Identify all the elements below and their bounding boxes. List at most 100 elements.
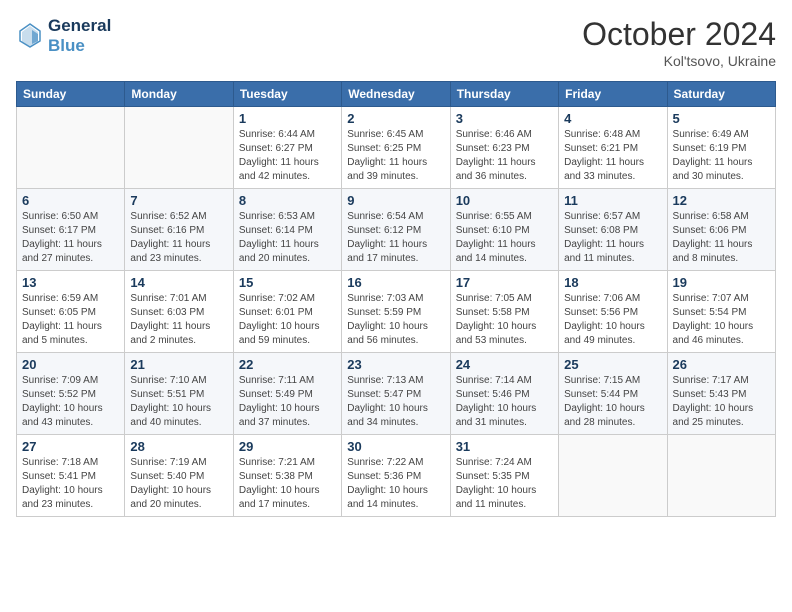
calendar-cell — [17, 107, 125, 189]
day-info: Sunrise: 6:57 AM Sunset: 6:08 PM Dayligh… — [564, 210, 661, 266]
day-number: 19 — [673, 275, 770, 290]
day-info: Sunrise: 7:06 AM Sunset: 5:56 PM Dayligh… — [564, 292, 661, 348]
calendar-cell: 12Sunrise: 6:58 AM Sunset: 6:06 PM Dayli… — [667, 189, 775, 271]
logo-icon — [16, 22, 44, 50]
calendar-cell: 8 Sunrise: 6:53 AM Sunset: 6:14 PM Daylig… — [233, 189, 341, 271]
day-info: Sunrise: 6:54 AM Sunset: 6:12 PM Dayligh… — [347, 210, 444, 266]
day-number: 21 — [130, 357, 227, 372]
calendar-cell: 11 Sunrise: 6:57 AM Sunset: 6:08 PM Dayli… — [559, 189, 667, 271]
weekday-header: Thursday — [450, 82, 558, 107]
calendar-cell: 22Sunrise: 7:11 AM Sunset: 5:49 PM Dayli… — [233, 353, 341, 435]
location: Kol'tsovo, Ukraine — [582, 53, 776, 69]
day-info: Sunrise: 7:05 AM Sunset: 5:58 PM Dayligh… — [456, 292, 553, 348]
day-info: Sunrise: 7:14 AM Sunset: 5:46 PM Dayligh… — [456, 374, 553, 430]
weekday-header: Tuesday — [233, 82, 341, 107]
day-info: Sunrise: 7:19 AM Sunset: 5:40 PM Dayligh… — [130, 456, 227, 512]
calendar-week-row: 20 Sunrise: 7:09 AM Sunset: 5:52 PM Dayli… — [17, 353, 776, 435]
day-number: 26 — [673, 357, 770, 372]
calendar-cell: 26 Sunrise: 7:17 AM Sunset: 5:43 PM Dayli… — [667, 353, 775, 435]
calendar-cell — [125, 107, 233, 189]
calendar-cell: 13 Sunrise: 6:59 AM Sunset: 6:05 PM Dayli… — [17, 271, 125, 353]
calendar-cell: 30 Sunrise: 7:22 AM Sunset: 5:36 PM Dayli… — [342, 435, 450, 517]
day-info: Sunrise: 6:49 AM Sunset: 6:19 PM Dayligh… — [673, 128, 770, 184]
day-number: 17 — [456, 275, 553, 290]
day-number: 15 — [239, 275, 336, 290]
calendar-cell: 1Sunrise: 6:44 AM Sunset: 6:27 PM Daylig… — [233, 107, 341, 189]
day-number: 18 — [564, 275, 661, 290]
day-number: 8 — [239, 193, 336, 208]
day-number: 16 — [347, 275, 444, 290]
calendar-cell: 21 Sunrise: 7:10 AM Sunset: 5:51 PM Dayli… — [125, 353, 233, 435]
month-title: October 2024 — [582, 16, 776, 53]
calendar-cell: 27 Sunrise: 7:18 AM Sunset: 5:41 PM Dayli… — [17, 435, 125, 517]
day-number: 13 — [22, 275, 119, 290]
day-info: Sunrise: 7:01 AM Sunset: 6:03 PM Dayligh… — [130, 292, 227, 348]
day-number: 11 — [564, 193, 661, 208]
logo-line1: General — [48, 16, 111, 36]
calendar-cell: 14 Sunrise: 7:01 AM Sunset: 6:03 PM Dayli… — [125, 271, 233, 353]
calendar-cell: 17 Sunrise: 7:05 AM Sunset: 5:58 PM Dayli… — [450, 271, 558, 353]
weekday-header: Wednesday — [342, 82, 450, 107]
weekday-header: Monday — [125, 82, 233, 107]
calendar-cell: 5Sunrise: 6:49 AM Sunset: 6:19 PM Daylig… — [667, 107, 775, 189]
day-info: Sunrise: 6:59 AM Sunset: 6:05 PM Dayligh… — [22, 292, 119, 348]
weekday-header: Saturday — [667, 82, 775, 107]
calendar-week-row: 27 Sunrise: 7:18 AM Sunset: 5:41 PM Dayli… — [17, 435, 776, 517]
calendar-cell: 24Sunrise: 7:14 AM Sunset: 5:46 PM Dayli… — [450, 353, 558, 435]
weekday-header: Sunday — [17, 82, 125, 107]
day-info: Sunrise: 7:02 AM Sunset: 6:01 PM Dayligh… — [239, 292, 336, 348]
day-info: Sunrise: 7:07 AM Sunset: 5:54 PM Dayligh… — [673, 292, 770, 348]
calendar-cell: 2Sunrise: 6:45 AM Sunset: 6:25 PM Daylig… — [342, 107, 450, 189]
calendar-cell: 23Sunrise: 7:13 AM Sunset: 5:47 PM Dayli… — [342, 353, 450, 435]
day-info: Sunrise: 6:46 AM Sunset: 6:23 PM Dayligh… — [456, 128, 553, 184]
day-info: Sunrise: 7:17 AM Sunset: 5:43 PM Dayligh… — [673, 374, 770, 430]
calendar-cell: 4Sunrise: 6:48 AM Sunset: 6:21 PM Daylig… — [559, 107, 667, 189]
calendar-cell: 3 Sunrise: 6:46 AM Sunset: 6:23 PM Daylig… — [450, 107, 558, 189]
day-number: 2 — [347, 111, 444, 126]
calendar-week-row: 13 Sunrise: 6:59 AM Sunset: 6:05 PM Dayli… — [17, 271, 776, 353]
day-info: Sunrise: 7:21 AM Sunset: 5:38 PM Dayligh… — [239, 456, 336, 512]
calendar-cell: 18 Sunrise: 7:06 AM Sunset: 5:56 PM Dayli… — [559, 271, 667, 353]
day-info: Sunrise: 7:11 AM Sunset: 5:49 PM Dayligh… — [239, 374, 336, 430]
day-info: Sunrise: 6:50 AM Sunset: 6:17 PM Dayligh… — [22, 210, 119, 266]
logo-line2: Blue — [48, 36, 111, 56]
day-number: 28 — [130, 439, 227, 454]
day-number: 10 — [456, 193, 553, 208]
day-number: 29 — [239, 439, 336, 454]
day-info: Sunrise: 6:53 AM Sunset: 6:14 PM Dayligh… — [239, 210, 336, 266]
day-info: Sunrise: 7:03 AM Sunset: 5:59 PM Dayligh… — [347, 292, 444, 348]
day-number: 23 — [347, 357, 444, 372]
calendar-cell: 20 Sunrise: 7:09 AM Sunset: 5:52 PM Dayli… — [17, 353, 125, 435]
day-info: Sunrise: 6:58 AM Sunset: 6:06 PM Dayligh… — [673, 210, 770, 266]
day-number: 31 — [456, 439, 553, 454]
day-number: 27 — [22, 439, 119, 454]
calendar-cell — [667, 435, 775, 517]
logo: General Blue — [16, 16, 111, 55]
day-info: Sunrise: 7:22 AM Sunset: 5:36 PM Dayligh… — [347, 456, 444, 512]
calendar-cell: 29 Sunrise: 7:21 AM Sunset: 5:38 PM Dayli… — [233, 435, 341, 517]
calendar-cell: 15 Sunrise: 7:02 AM Sunset: 6:01 PM Dayli… — [233, 271, 341, 353]
calendar-cell: 19 Sunrise: 7:07 AM Sunset: 5:54 PM Dayli… — [667, 271, 775, 353]
calendar-table: SundayMondayTuesdayWednesdayThursdayFrid… — [16, 81, 776, 517]
title-block: October 2024 Kol'tsovo, Ukraine — [582, 16, 776, 69]
calendar-cell: 31 Sunrise: 7:24 AM Sunset: 5:35 PM Dayli… — [450, 435, 558, 517]
day-number: 20 — [22, 357, 119, 372]
weekday-header-row: SundayMondayTuesdayWednesdayThursdayFrid… — [17, 82, 776, 107]
day-number: 1 — [239, 111, 336, 126]
day-info: Sunrise: 7:10 AM Sunset: 5:51 PM Dayligh… — [130, 374, 227, 430]
day-number: 14 — [130, 275, 227, 290]
day-info: Sunrise: 7:24 AM Sunset: 5:35 PM Dayligh… — [456, 456, 553, 512]
day-info: Sunrise: 6:52 AM Sunset: 6:16 PM Dayligh… — [130, 210, 227, 266]
calendar-week-row: 1Sunrise: 6:44 AM Sunset: 6:27 PM Daylig… — [17, 107, 776, 189]
calendar-cell: 28 Sunrise: 7:19 AM Sunset: 5:40 PM Dayli… — [125, 435, 233, 517]
day-info: Sunrise: 7:18 AM Sunset: 5:41 PM Dayligh… — [22, 456, 119, 512]
day-number: 3 — [456, 111, 553, 126]
calendar-cell — [559, 435, 667, 517]
day-number: 30 — [347, 439, 444, 454]
day-info: Sunrise: 7:09 AM Sunset: 5:52 PM Dayligh… — [22, 374, 119, 430]
calendar-cell: 16 Sunrise: 7:03 AM Sunset: 5:59 PM Dayli… — [342, 271, 450, 353]
calendar-cell: 9Sunrise: 6:54 AM Sunset: 6:12 PM Daylig… — [342, 189, 450, 271]
calendar-cell: 7Sunrise: 6:52 AM Sunset: 6:16 PM Daylig… — [125, 189, 233, 271]
day-info: Sunrise: 7:15 AM Sunset: 5:44 PM Dayligh… — [564, 374, 661, 430]
calendar-cell: 6Sunrise: 6:50 AM Sunset: 6:17 PM Daylig… — [17, 189, 125, 271]
